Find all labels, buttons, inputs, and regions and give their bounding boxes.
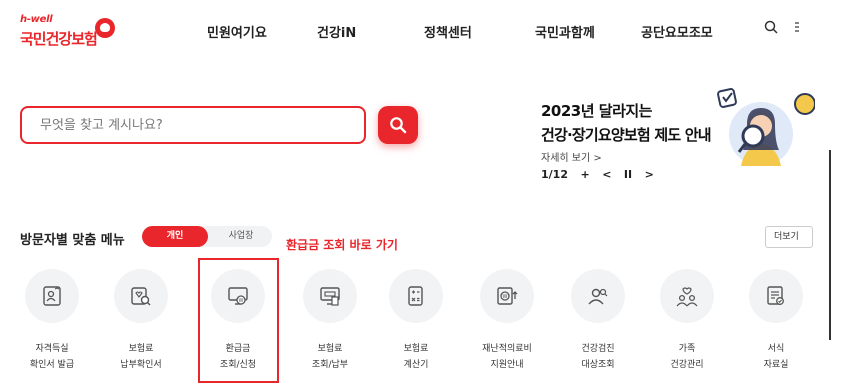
document-search-icon [114, 269, 168, 323]
family-care-icon [660, 269, 714, 323]
main-nav: 민원여기요 건강iN 정책센터 국민과함께 공단요모조모 [0, 22, 848, 42]
calculator-icon [389, 269, 443, 323]
quick-menu-label: 자격득실 확인서 발급 [29, 344, 75, 370]
tab-business[interactable]: 사업장 [210, 226, 272, 247]
nav-item-civil-service[interactable]: 민원여기요 [207, 22, 267, 41]
scrollbar-indicator[interactable] [829, 150, 831, 340]
banner-page-indicator: 1/12 [541, 168, 568, 181]
quick-menu-item-premium-payment[interactable]: 보험료 조회/납부 [290, 269, 370, 377]
nav-item-about[interactable]: 공단요모조모 [641, 22, 713, 41]
banner-more-link[interactable]: 자세히 보기 > [541, 149, 602, 164]
forms-library-icon [749, 269, 803, 323]
refund-highlight-box [198, 258, 279, 383]
medical-support-icon: W [480, 269, 534, 323]
quick-menu-label: 재난적의료비 지원안내 [482, 344, 532, 370]
banner-next-button[interactable]: > [645, 168, 654, 181]
search-icon[interactable] [764, 20, 778, 38]
quick-menu-label: 서식 자료실 [763, 344, 789, 370]
search-box [20, 106, 366, 144]
id-card-icon [25, 269, 79, 323]
banner-pager: 1/12 + < II > [541, 168, 663, 181]
search-button-icon [390, 117, 407, 134]
nav-item-together[interactable]: 국민과함께 [535, 22, 595, 41]
banner-illustration-icon [717, 88, 815, 166]
more-button[interactable]: 더보기 [765, 226, 813, 248]
banner-pause-button[interactable]: II [624, 168, 632, 181]
quick-menu-label: 가족 건강관리 [670, 344, 704, 370]
banner-title-line2: 건강·장기요양보험 제도 안내 [541, 126, 712, 144]
quick-menu-item-eligibility[interactable]: 자격득실 확인서 발급 [12, 269, 92, 377]
nav-item-policy-center[interactable]: 정책센터 [424, 22, 472, 41]
bill-payment-icon [303, 269, 357, 323]
banner-add-button[interactable]: + [580, 168, 589, 181]
quick-menu-item-catastrophic-medical[interactable]: W 재난적의료비 지원안내 [467, 269, 547, 377]
audience-menu-label: 방문자별 맞춤 메뉴 [20, 233, 125, 248]
menu-icon[interactable] [794, 20, 800, 38]
search-input[interactable] [40, 117, 346, 133]
quick-menu-item-forms[interactable]: 서식 자료실 [736, 269, 816, 377]
svg-text:W: W [503, 294, 508, 300]
banner-title-line1: 2023년 달라지는 [541, 102, 652, 120]
quick-menu-item-health-checkup[interactable]: 건강검진 대상조회 [558, 269, 638, 377]
nav-item-health-in[interactable]: 건강iN [317, 22, 356, 41]
refund-shortcut-annotation: 환급금 조회 바로 가기 [286, 238, 398, 252]
quick-menu-label: 보험료 납부확인서 [120, 344, 162, 370]
quick-menu-item-family-care[interactable]: 가족 건강관리 [647, 269, 727, 377]
tab-individual[interactable]: 개인 [142, 226, 208, 247]
quick-menu-label: 보험료 계산기 [403, 344, 429, 370]
search-button[interactable] [378, 106, 418, 144]
quick-menu-label: 건강검진 대상조회 [581, 344, 615, 370]
quick-menu-item-calculator[interactable]: 보험료 계산기 [376, 269, 456, 377]
audience-toggle: 개인 사업장 [142, 226, 272, 247]
quick-menu-item-payment-certificate[interactable]: 보험료 납부확인서 [101, 269, 181, 377]
quick-menu-label: 보험료 조회/납부 [311, 344, 349, 370]
banner-prev-button[interactable]: < [602, 168, 611, 181]
health-checkup-icon [571, 269, 625, 323]
